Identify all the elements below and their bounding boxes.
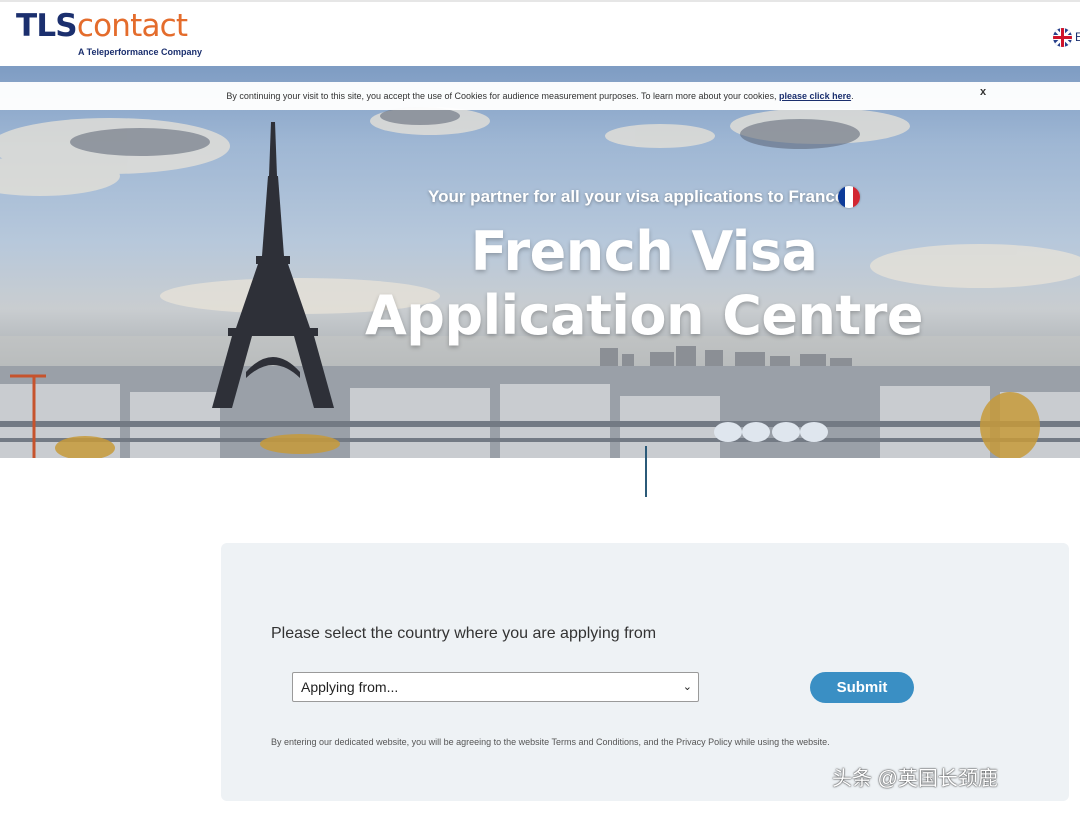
france-flag-icon xyxy=(838,186,860,208)
country-select[interactable]: Applying from... ⌄ xyxy=(292,672,699,702)
cookie-banner: By continuing your visit to this site, y… xyxy=(0,82,1080,110)
hero-title: French Visa Application Centre xyxy=(340,220,948,348)
logo-wordmark: TLScontact xyxy=(16,8,188,44)
hero-tagline: Your partner for all your visa applicati… xyxy=(428,187,845,206)
hero-title-line1: French Visa xyxy=(470,220,818,283)
logo-subtitle: A Teleperformance Company xyxy=(78,47,203,57)
source-watermark: 头条 @英国长颈鹿 xyxy=(832,768,998,790)
uk-flag-icon xyxy=(1053,28,1072,47)
country-prompt: Please select the country where you are … xyxy=(271,625,657,642)
hero-title-line2: Application Centre xyxy=(365,284,924,347)
language-selector[interactable]: E xyxy=(1050,28,1080,48)
cookie-text: By continuing your visit to this site, y… xyxy=(226,91,780,101)
submit-button[interactable]: Submit xyxy=(810,672,914,703)
language-code: E xyxy=(1075,30,1080,44)
chevron-down-icon: ⌄ xyxy=(682,681,692,693)
top-header: TLScontact A Teleperformance Company E xyxy=(0,0,1080,66)
cookie-text-suffix: . xyxy=(851,91,854,101)
cookie-close-button[interactable]: x xyxy=(980,82,986,102)
logo-tls-text: TLS xyxy=(16,8,78,44)
country-select-value: Applying from... xyxy=(301,679,399,695)
vertical-divider xyxy=(645,446,647,497)
logo-contact-text: contact xyxy=(76,8,188,44)
cookie-policy-link[interactable]: please click here xyxy=(779,91,851,101)
tlscontact-logo[interactable]: TLScontact A Teleperformance Company xyxy=(16,8,202,57)
terms-notice: By entering our dedicated website, you w… xyxy=(271,737,830,747)
